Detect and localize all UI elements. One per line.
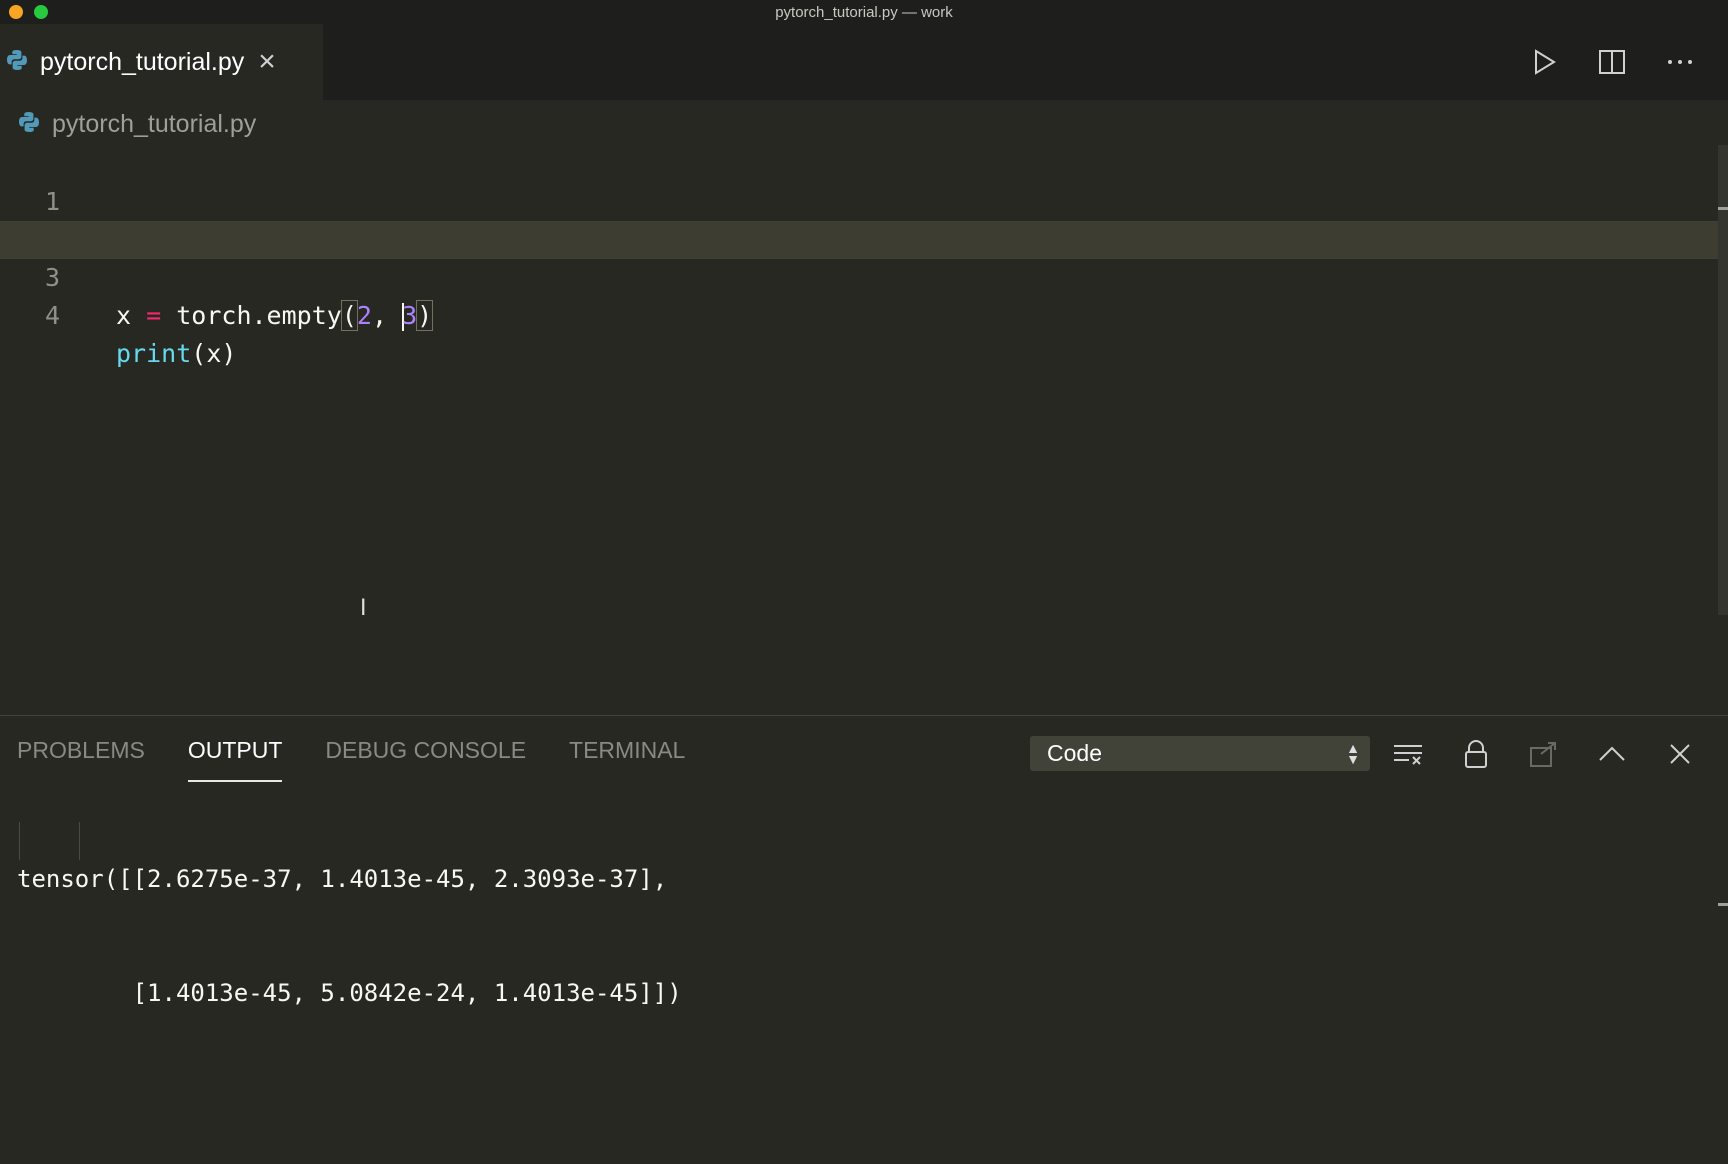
close-icon[interactable]: × — [258, 47, 276, 77]
code-line[interactable]: 1 import torch — [0, 145, 1720, 254]
tab-output[interactable]: OUTPUT — [187, 716, 282, 784]
panel-actions — [1388, 734, 1728, 774]
panel-tabs: PROBLEMS OUTPUT DEBUG CONSOLE TERMINAL — [17, 716, 728, 784]
breadcrumb-label: pytorch_tutorial.py — [52, 109, 257, 138]
tab-debug-console[interactable]: DEBUG CONSOLE — [325, 716, 526, 784]
indent-guide — [19, 822, 20, 860]
code-operator: = — [146, 301, 162, 330]
scroll-marker — [1718, 207, 1728, 210]
output-line: tensor([[2.6275e-37, 1.4013e-45, 2.3093e… — [17, 865, 668, 893]
tab-terminal[interactable]: TERMINAL — [569, 716, 685, 784]
code-number: 3 — [402, 301, 418, 330]
line-number: 4 — [44, 301, 60, 330]
output-text[interactable]: tensor([[2.6275e-37, 1.4013e-45, 2.3093e… — [17, 784, 682, 1164]
text-cursor-icon: I — [360, 596, 367, 621]
code-line-active[interactable]: 3 x = torch.empty(2, 3) — [0, 221, 1720, 331]
clear-output-icon[interactable] — [1388, 734, 1428, 774]
output-channel-value: Code — [1047, 740, 1102, 766]
window-title: pytorch_tutorial.py — work — [775, 4, 953, 21]
code-editor[interactable]: 1 import torch 2 3 x = torch.empty(2, 3)… — [0, 145, 1720, 715]
editor-tab-bar: pytorch_tutorial.py × — [0, 24, 1728, 100]
output-channel-select[interactable]: Code ▲ ▼ — [1030, 736, 1370, 771]
editor-tab[interactable]: pytorch_tutorial.py × — [0, 24, 323, 100]
output-line: [1.4013e-45, 5.0842e-24, 1.4013e-45]]) — [17, 979, 682, 1007]
scroll-marker — [1718, 903, 1728, 906]
code-call: torch.empty — [176, 301, 342, 330]
python-icon — [6, 49, 28, 76]
indent-guide — [79, 822, 80, 860]
breadcrumb[interactable]: pytorch_tutorial.py — [0, 100, 256, 148]
code-line[interactable]: 2 — [0, 183, 1720, 254]
code-var: x — [116, 301, 132, 330]
close-panel-icon[interactable] — [1660, 734, 1700, 774]
open-log-icon[interactable] — [1524, 734, 1564, 774]
python-icon — [18, 111, 40, 138]
editor-actions — [1524, 42, 1728, 82]
bottom-panel: PROBLEMS OUTPUT DEBUG CONSOLE TERMINAL C… — [0, 715, 1728, 1081]
tab-label: pytorch_tutorial.py — [40, 47, 245, 76]
lock-scroll-icon[interactable] — [1456, 734, 1496, 774]
maximize-panel-icon[interactable] — [1592, 734, 1632, 774]
run-icon[interactable] — [1524, 42, 1564, 82]
code-builtin: print — [116, 339, 192, 368]
select-arrows-icon: ▲ ▼ — [1346, 739, 1360, 767]
code-text: (x) — [191, 339, 237, 368]
title-bar: pytorch_tutorial.py — work — [0, 0, 1728, 24]
code-number: 2 — [356, 301, 372, 330]
tab-problems[interactable]: PROBLEMS — [17, 716, 145, 784]
more-actions-icon[interactable] — [1660, 42, 1700, 82]
split-editor-icon[interactable] — [1592, 42, 1632, 82]
editor-scrollbar[interactable] — [1718, 145, 1728, 615]
code-line[interactable]: 4 print(x) — [0, 259, 1720, 368]
